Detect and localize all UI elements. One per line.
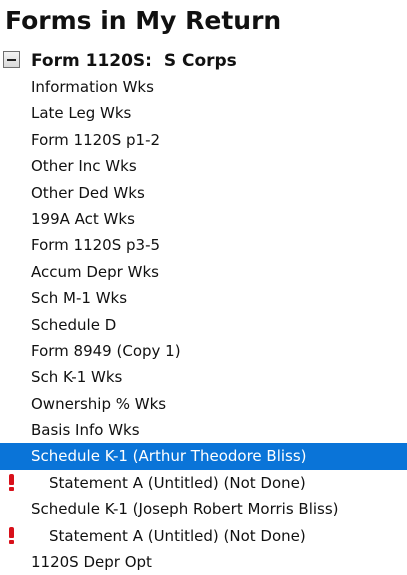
tree-group-label: Form 1120S: S Corps: [31, 51, 237, 71]
tree-item-information-wks[interactable]: Information Wks: [0, 74, 407, 100]
tree-item-label: Ownership % Wks: [31, 394, 167, 413]
tree-item-label: Other Ded Wks: [31, 183, 145, 202]
tree-item-schedule-k-1-arthur[interactable]: Schedule K-1 (Arthur Theodore Bliss): [0, 443, 407, 470]
tree-item-form-8949-copy-1[interactable]: Form 8949 (Copy 1): [0, 338, 407, 364]
tree-item-sch-m-1-wks[interactable]: Sch M-1 Wks: [0, 285, 407, 311]
tree-item-label: Basis Info Wks: [31, 421, 140, 440]
tree-item-label: Information Wks: [31, 78, 154, 96]
tree-item-other-ded-wks[interactable]: Other Ded Wks: [0, 180, 407, 206]
error-exclamation-icon: [6, 473, 16, 492]
tree-item-statement-a-joseph[interactable]: Statement A (Untitled) (Not Done): [0, 523, 407, 549]
tree-item-label: Other Inc Wks: [31, 157, 137, 176]
tree-item-ownership-wks[interactable]: Ownership % Wks: [0, 391, 407, 417]
tree-item-label: Statement A (Untitled) (Not Done): [49, 526, 306, 545]
tree-item-199a-act-wks[interactable]: 199A Act Wks: [0, 206, 407, 232]
tree-item-1120s-depr-opt[interactable]: 1120S Depr Opt: [0, 549, 407, 575]
tree-item-label: Accum Depr Wks: [31, 262, 159, 281]
tree-item-basis-info-wks[interactable]: Basis Info Wks: [0, 417, 407, 443]
tree-item-label: Sch M-1 Wks: [31, 289, 128, 308]
tree-item-schedule-k-1-joseph[interactable]: Schedule K-1 (Joseph Robert Morris Bliss…: [0, 496, 407, 522]
forms-tree: Form 1120S: S Corps Information Wks Late…: [0, 48, 407, 575]
tree-item-other-inc-wks[interactable]: Other Inc Wks: [0, 153, 407, 179]
tree-item-sch-k-1-wks[interactable]: Sch K-1 Wks: [0, 364, 407, 390]
panel-title: Forms in My Return: [5, 6, 282, 35]
collapse-minus-icon[interactable]: [3, 51, 20, 68]
tree-item-label: Sch K-1 Wks: [31, 368, 123, 387]
tree-group-form-1120s[interactable]: Form 1120S: S Corps: [0, 48, 407, 74]
tree-item-label: Late Leg Wks: [31, 104, 132, 123]
tree-item-label: Schedule K-1 (Joseph Robert Morris Bliss…: [31, 500, 339, 519]
tree-item-label: Statement A (Untitled) (Not Done): [49, 473, 306, 492]
tree-item-statement-a-arthur[interactable]: Statement A (Untitled) (Not Done): [0, 470, 407, 496]
tree-item-label: Form 1120S p3-5: [31, 236, 161, 255]
tree-item-form-1120s-p3-5[interactable]: Form 1120S p3-5: [0, 232, 407, 258]
tree-item-form-1120s-p1-2[interactable]: Form 1120S p1-2: [0, 127, 407, 153]
tree-item-label: Form 1120S p1-2: [31, 130, 161, 149]
tree-item-label: Form 8949 (Copy 1): [31, 341, 181, 360]
error-exclamation-icon: [6, 526, 16, 545]
tree-item-accum-depr-wks[interactable]: Accum Depr Wks: [0, 259, 407, 285]
tree-item-label: Schedule D: [31, 315, 117, 334]
tree-item-label: Schedule K-1 (Arthur Theodore Bliss): [31, 447, 307, 466]
tree-item-late-leg-wks[interactable]: Late Leg Wks: [0, 100, 407, 126]
tree-item-schedule-d[interactable]: Schedule D: [0, 312, 407, 338]
tree-item-label: 199A Act Wks: [31, 209, 135, 228]
tree-item-label: 1120S Depr Opt: [31, 553, 152, 572]
